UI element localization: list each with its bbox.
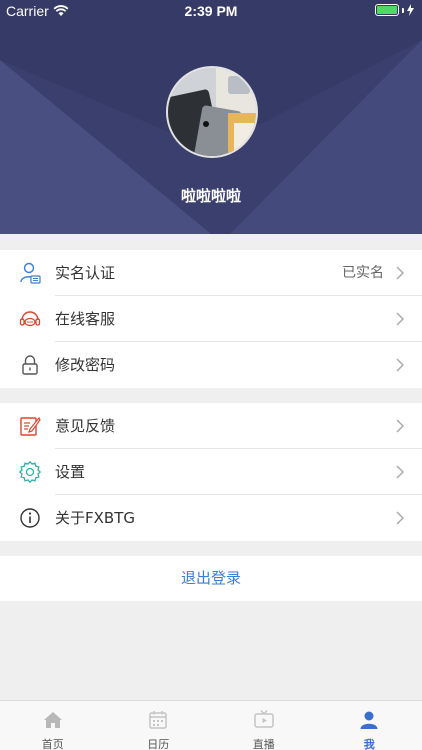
avatar[interactable]: [166, 66, 258, 158]
tab-live[interactable]: 直播: [211, 701, 317, 750]
feedback-icon: [20, 416, 41, 436]
chevron-right-icon: [396, 465, 404, 479]
verification-status: 已实名: [342, 265, 384, 281]
tab-me[interactable]: 我: [317, 701, 422, 750]
avatar-photo-icon: [168, 68, 256, 156]
menu-item-label: 修改密码: [55, 356, 116, 374]
username: 啦啦啦啦: [180, 187, 241, 205]
id-card-icon: [20, 262, 41, 284]
charging-bolt-icon: [407, 4, 414, 16]
menu-item-online-support[interactable]: 在线客服: [0, 296, 422, 342]
menu-item-label: 在线客服: [55, 310, 116, 328]
calendar-icon: [149, 711, 167, 729]
tab-label: 直播: [252, 738, 275, 750]
battery-icon: [375, 4, 399, 16]
menu-item-label: 实名认证: [55, 264, 116, 282]
chevron-right-icon: [396, 511, 404, 525]
menu-item-label: 关于FXBTG: [55, 509, 135, 527]
menu-item-label: 意见反馈: [55, 417, 116, 435]
menu-item-change-password[interactable]: 修改密码: [0, 342, 422, 388]
menu-item-label: 设置: [55, 463, 86, 481]
chevron-right-icon: [396, 266, 404, 280]
tab-label: 首页: [41, 738, 64, 750]
chevron-right-icon: [396, 419, 404, 433]
tab-label: 日历: [147, 738, 170, 750]
menu-item-settings[interactable]: 设置: [0, 449, 422, 495]
tab-bar: 首页 日历 直播 我: [0, 700, 422, 750]
lock-icon: [22, 355, 38, 375]
logout-button[interactable]: 退出登录: [0, 556, 422, 601]
menu-item-real-name-verification[interactable]: 实名认证 已实名: [0, 250, 422, 296]
status-bar: Carrier 2:39 PM: [0, 0, 422, 22]
tab-label: 我: [363, 738, 375, 750]
clock: 2:39 PM: [184, 3, 238, 19]
chevron-right-icon: [396, 358, 404, 372]
battery-indicator: [375, 4, 414, 16]
tab-calendar[interactable]: 日历: [106, 701, 212, 750]
menu-item-about[interactable]: 关于FXBTG: [0, 495, 422, 541]
headset-icon: [19, 311, 41, 327]
chevron-right-icon: [396, 312, 404, 326]
tv-icon: [254, 710, 274, 728]
gear-icon: [19, 461, 41, 483]
account-menu-group: 实名认证 已实名 在线客服 修改密码: [0, 250, 422, 388]
home-icon: [43, 712, 62, 728]
app-menu-group: 意见反馈 设置 关于FXBTG: [0, 403, 422, 541]
profile-header: Carrier 2:39 PM 啦啦啦啦: [0, 0, 422, 234]
tab-home[interactable]: 首页: [0, 701, 106, 750]
user-icon: [360, 711, 378, 729]
menu-item-feedback[interactable]: 意见反馈: [0, 403, 422, 449]
info-icon: [20, 508, 40, 528]
